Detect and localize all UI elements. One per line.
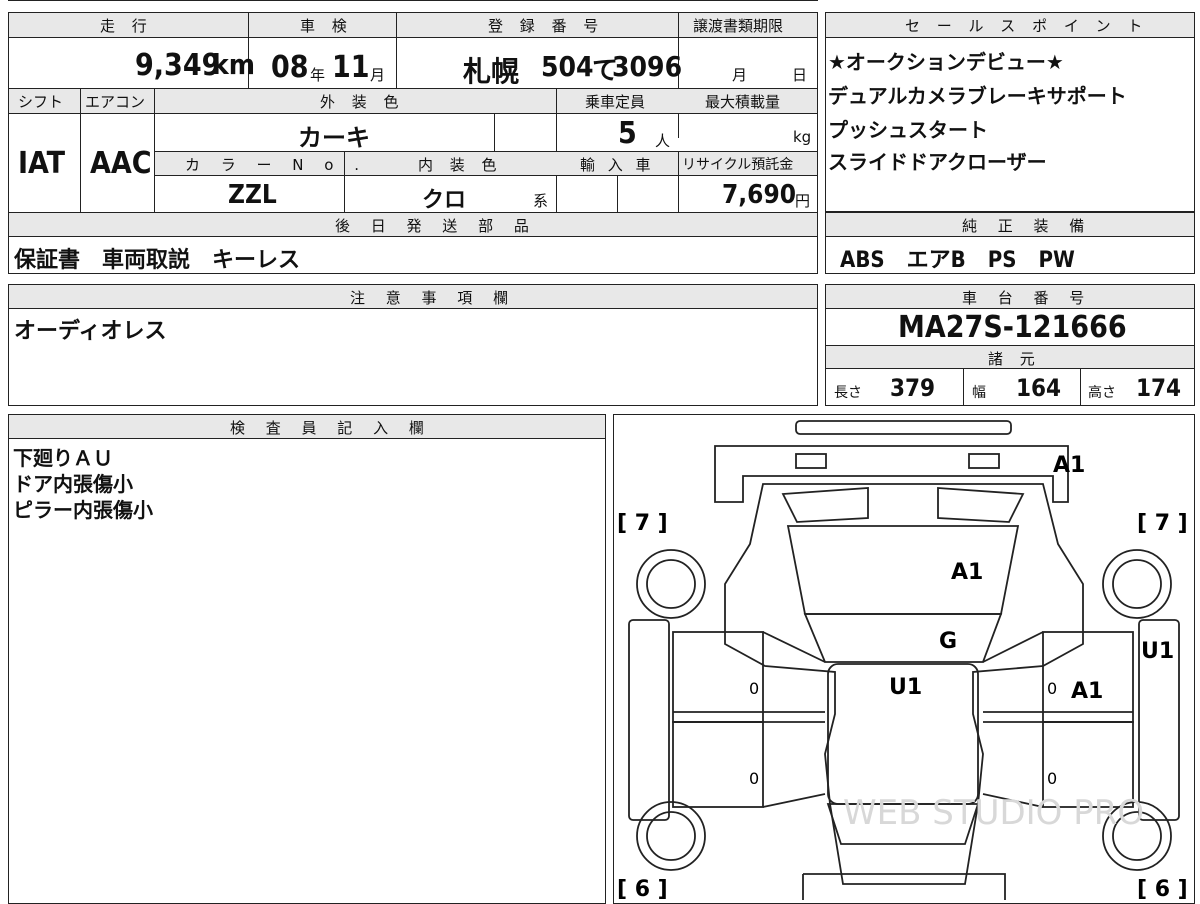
aircon-value: AAC (90, 146, 152, 181)
registration-city: 札幌 (463, 55, 520, 88)
exterior-color-value: カーキ (298, 124, 370, 152)
height-value: 174 (1136, 374, 1182, 402)
inspection-year: 08 (271, 50, 309, 85)
shift-label: シフト (18, 93, 64, 111)
tire-rear-left: [ 6 ] (617, 877, 668, 900)
watermark-text: WEB STUDIO PRO (843, 793, 1144, 833)
genuine-equipment-value: ABS エアB PS PW (840, 248, 1075, 273)
recycle-fee-unit: 円 (795, 192, 811, 210)
chassis-number-value: MA27S-121666 (898, 310, 1127, 345)
inspector-label: 検 査 員 記 入 欄 (230, 419, 432, 437)
width-value: 164 (1016, 374, 1062, 402)
registration-number: 3096 (612, 50, 683, 83)
inspector-note-3: ピラー内張傷小 (13, 498, 153, 522)
inspection-month: 11 (332, 50, 370, 85)
deadline-month: 月 (732, 66, 748, 84)
width-label: 幅 (972, 385, 986, 401)
exterior-color-label: 外 装 色 (320, 93, 405, 111)
car-diagram: WEB STUDIO PRO [ 7 ] [ 7 ] [ 6 ] [ 6 ] A… (617, 420, 1188, 900)
height-label: 高さ (1088, 385, 1116, 401)
interior-color-value: クロ (422, 188, 467, 213)
notes-label: 注 意 事 項 欄 (350, 289, 517, 307)
registration-class: 504 (541, 50, 594, 83)
color-no-label: カ ラ ー N o . (185, 156, 368, 174)
length-value: 379 (890, 374, 936, 402)
top-border (8, 0, 818, 1)
specs-label: 諸 元 (988, 350, 1041, 368)
sales-point-3: プッシュスタート (828, 118, 988, 142)
sales-point-4: スライドドアクローザー (828, 150, 1047, 174)
mark-hood: A1 (951, 560, 983, 585)
registration-label: 登 録 番 号 (488, 17, 605, 35)
chassis-number-label: 車 台 番 号 (962, 289, 1093, 307)
mileage-label: 走 行 (100, 17, 153, 35)
interior-color-suffix: 系 (533, 192, 549, 210)
capacity-label: 乗車定員 (585, 93, 646, 111)
interior-color-label: 内 装 色 (418, 156, 503, 174)
color-no-value: ZZL (228, 180, 277, 210)
tire-rear-right: [ 6 ] (1137, 877, 1188, 900)
tire-front-left: [ 7 ] (617, 511, 668, 536)
length-label: 長さ (834, 385, 862, 401)
max-load-unit: kg (793, 128, 812, 146)
import-label: 輸 入 車 (580, 156, 655, 174)
mileage-unit: km (212, 48, 255, 81)
inspection-label: 車 検 (300, 17, 353, 35)
zero-left-rear: 0 (749, 769, 759, 788)
transfer-deadline-label: 譲渡書類期限 (693, 17, 784, 35)
deadline-day: 日 (792, 66, 808, 84)
inspector-note-2: ドア内張傷小 (13, 472, 133, 496)
recycle-fee-value: 7,690 (722, 180, 796, 210)
mark-windshield: G (939, 629, 957, 654)
sales-points-box (825, 12, 1195, 212)
mileage-value: 9,349 (135, 48, 221, 83)
month-unit: 月 (370, 66, 386, 84)
sales-points-label: セ ー ル ス ポ イ ン ト (905, 17, 1149, 35)
mark-roof: U1 (889, 675, 922, 700)
sales-point-2: デュアルカメラブレーキサポート (828, 84, 1127, 108)
genuine-equipment-label: 純 正 装 備 (962, 217, 1093, 235)
shift-value: IAT (18, 146, 66, 181)
capacity-unit: 人 (655, 132, 671, 150)
tire-front-right: [ 7 ] (1137, 511, 1188, 536)
later-parts-value: 保証書 車両取説 キーレス (14, 248, 301, 273)
aircon-label: エアコン (85, 93, 146, 111)
max-load-label: 最大積載量 (705, 93, 781, 111)
mark-right-door: A1 (1071, 679, 1103, 704)
zero-right-front: 0 (1047, 679, 1057, 698)
inspector-note-1: 下廻りＡＵ (13, 446, 113, 470)
capacity-value: 5 (618, 116, 637, 151)
notes-text: オーディオレス (14, 319, 167, 344)
recycle-fee-label: リサイクル預託金 (682, 157, 794, 173)
mark-front-bumper: A1 (1053, 453, 1085, 478)
mark-right-side: U1 (1141, 639, 1174, 664)
sales-point-1: ★オークションデビュー★ (828, 50, 1064, 74)
zero-left-front: 0 (749, 679, 759, 698)
zero-right-rear: 0 (1047, 769, 1057, 788)
year-unit: 年 (310, 66, 326, 84)
later-parts-label: 後 日 発 送 部 品 (335, 217, 537, 235)
